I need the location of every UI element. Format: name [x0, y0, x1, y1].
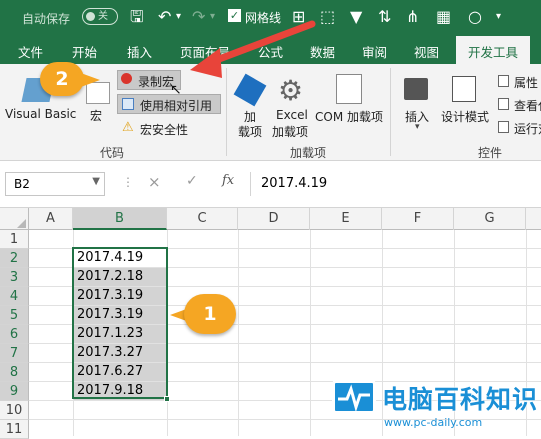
step-1-badge: 1 [184, 294, 236, 334]
logo-monitor-icon [332, 380, 376, 414]
badge-pointer [78, 72, 100, 88]
annotation-arrow [190, 20, 316, 78]
watermark-logo: 电脑百科知识 www.pc-daily.com [328, 378, 541, 436]
watermark-url: www.pc-daily.com [384, 416, 483, 429]
watermark-title: 电脑百科知识 [382, 385, 539, 414]
